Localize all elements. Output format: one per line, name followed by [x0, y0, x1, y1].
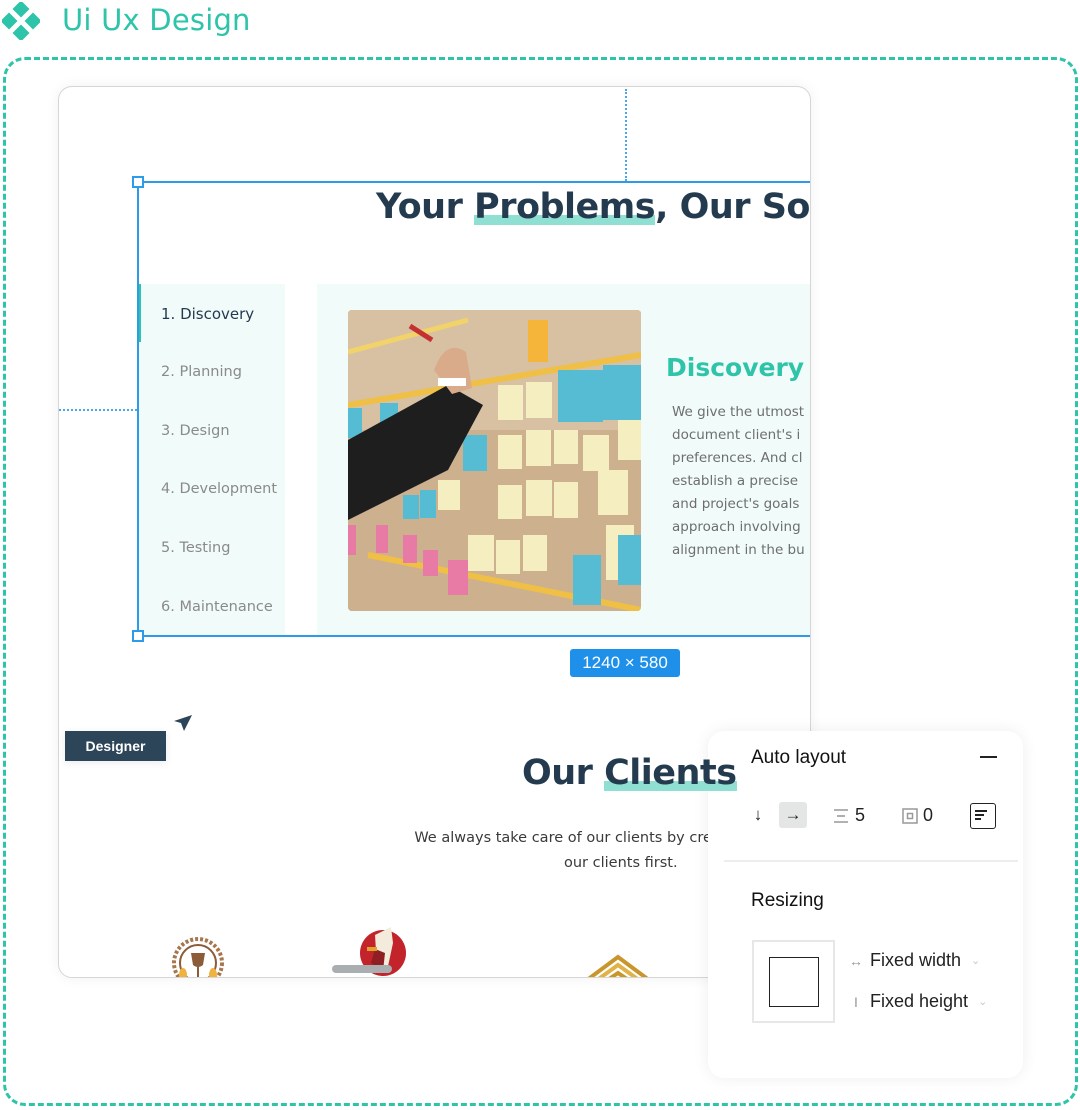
resizing-title: Resizing — [751, 890, 824, 911]
cursor-arrow-icon — [174, 715, 192, 731]
winery-logo — [172, 937, 224, 977]
gold-roof-logo — [587, 954, 649, 977]
resizing-preview — [752, 940, 835, 1023]
vertical-resize-icon: I — [854, 993, 858, 1010]
height-mode-select[interactable]: I Fixed height ⌄ — [848, 991, 987, 1012]
clients-title: Our Clients — [522, 753, 737, 793]
chevron-down-icon: ⌄ — [971, 955, 981, 967]
padding-icon — [902, 808, 918, 824]
properties-panel: Auto layout ↓ → 5 0 Resizing ↔ Fixed wid… — [708, 731, 1023, 1078]
design-artboard[interactable]: Your Problems, Our Solut 1. Discovery 2.… — [58, 86, 811, 978]
section-title: Your Problems, Our Solut — [376, 187, 810, 227]
height-mode-label: Fixed height — [870, 991, 969, 1011]
horizontal-resize-icon: ↔ — [849, 952, 863, 969]
arrow-down-icon[interactable]: ↓ — [748, 802, 768, 828]
dimension-badge: 1240 × 580 — [570, 649, 680, 677]
clients-title-before: Our — [522, 753, 605, 793]
horizontal-guide-line — [59, 409, 137, 411]
spacing-icon — [834, 809, 848, 823]
arrow-right-icon[interactable]: → — [779, 802, 807, 828]
chevron-down-icon: ⌄ — [978, 996, 988, 1008]
resize-handle-bottom-left[interactable] — [132, 630, 144, 642]
horizontal-scrollbar[interactable] — [332, 965, 392, 973]
section-title-highlight: Problems — [474, 187, 656, 227]
width-mode-select[interactable]: ↔ Fixed width ⌄ — [848, 950, 980, 971]
auto-layout-title: Auto layout — [751, 747, 847, 768]
section-title-before: Your — [376, 187, 475, 227]
section-divider — [724, 860, 1018, 862]
selection-box[interactable] — [137, 181, 810, 637]
page-title: Ui Ux Design — [62, 3, 251, 37]
width-mode-label: Fixed width — [870, 950, 962, 970]
clients-title-highlight: Clients — [604, 753, 737, 793]
minus-icon[interactable] — [980, 756, 997, 758]
clients-line-1: We always take care of our clients by cr… — [414, 830, 740, 846]
spacing-value[interactable]: 5 — [855, 805, 865, 826]
resize-handle-top-left[interactable] — [132, 176, 144, 188]
diamond-grid-icon — [2, 2, 40, 40]
designer-cursor-label: Designer — [65, 731, 166, 761]
vertical-guide-line — [625, 89, 627, 181]
padding-value[interactable]: 0 — [923, 805, 933, 826]
align-top-left-icon[interactable] — [970, 803, 996, 829]
section-title-after: , Our Solut — [655, 187, 810, 227]
resizing-preview-frame — [769, 957, 819, 1007]
